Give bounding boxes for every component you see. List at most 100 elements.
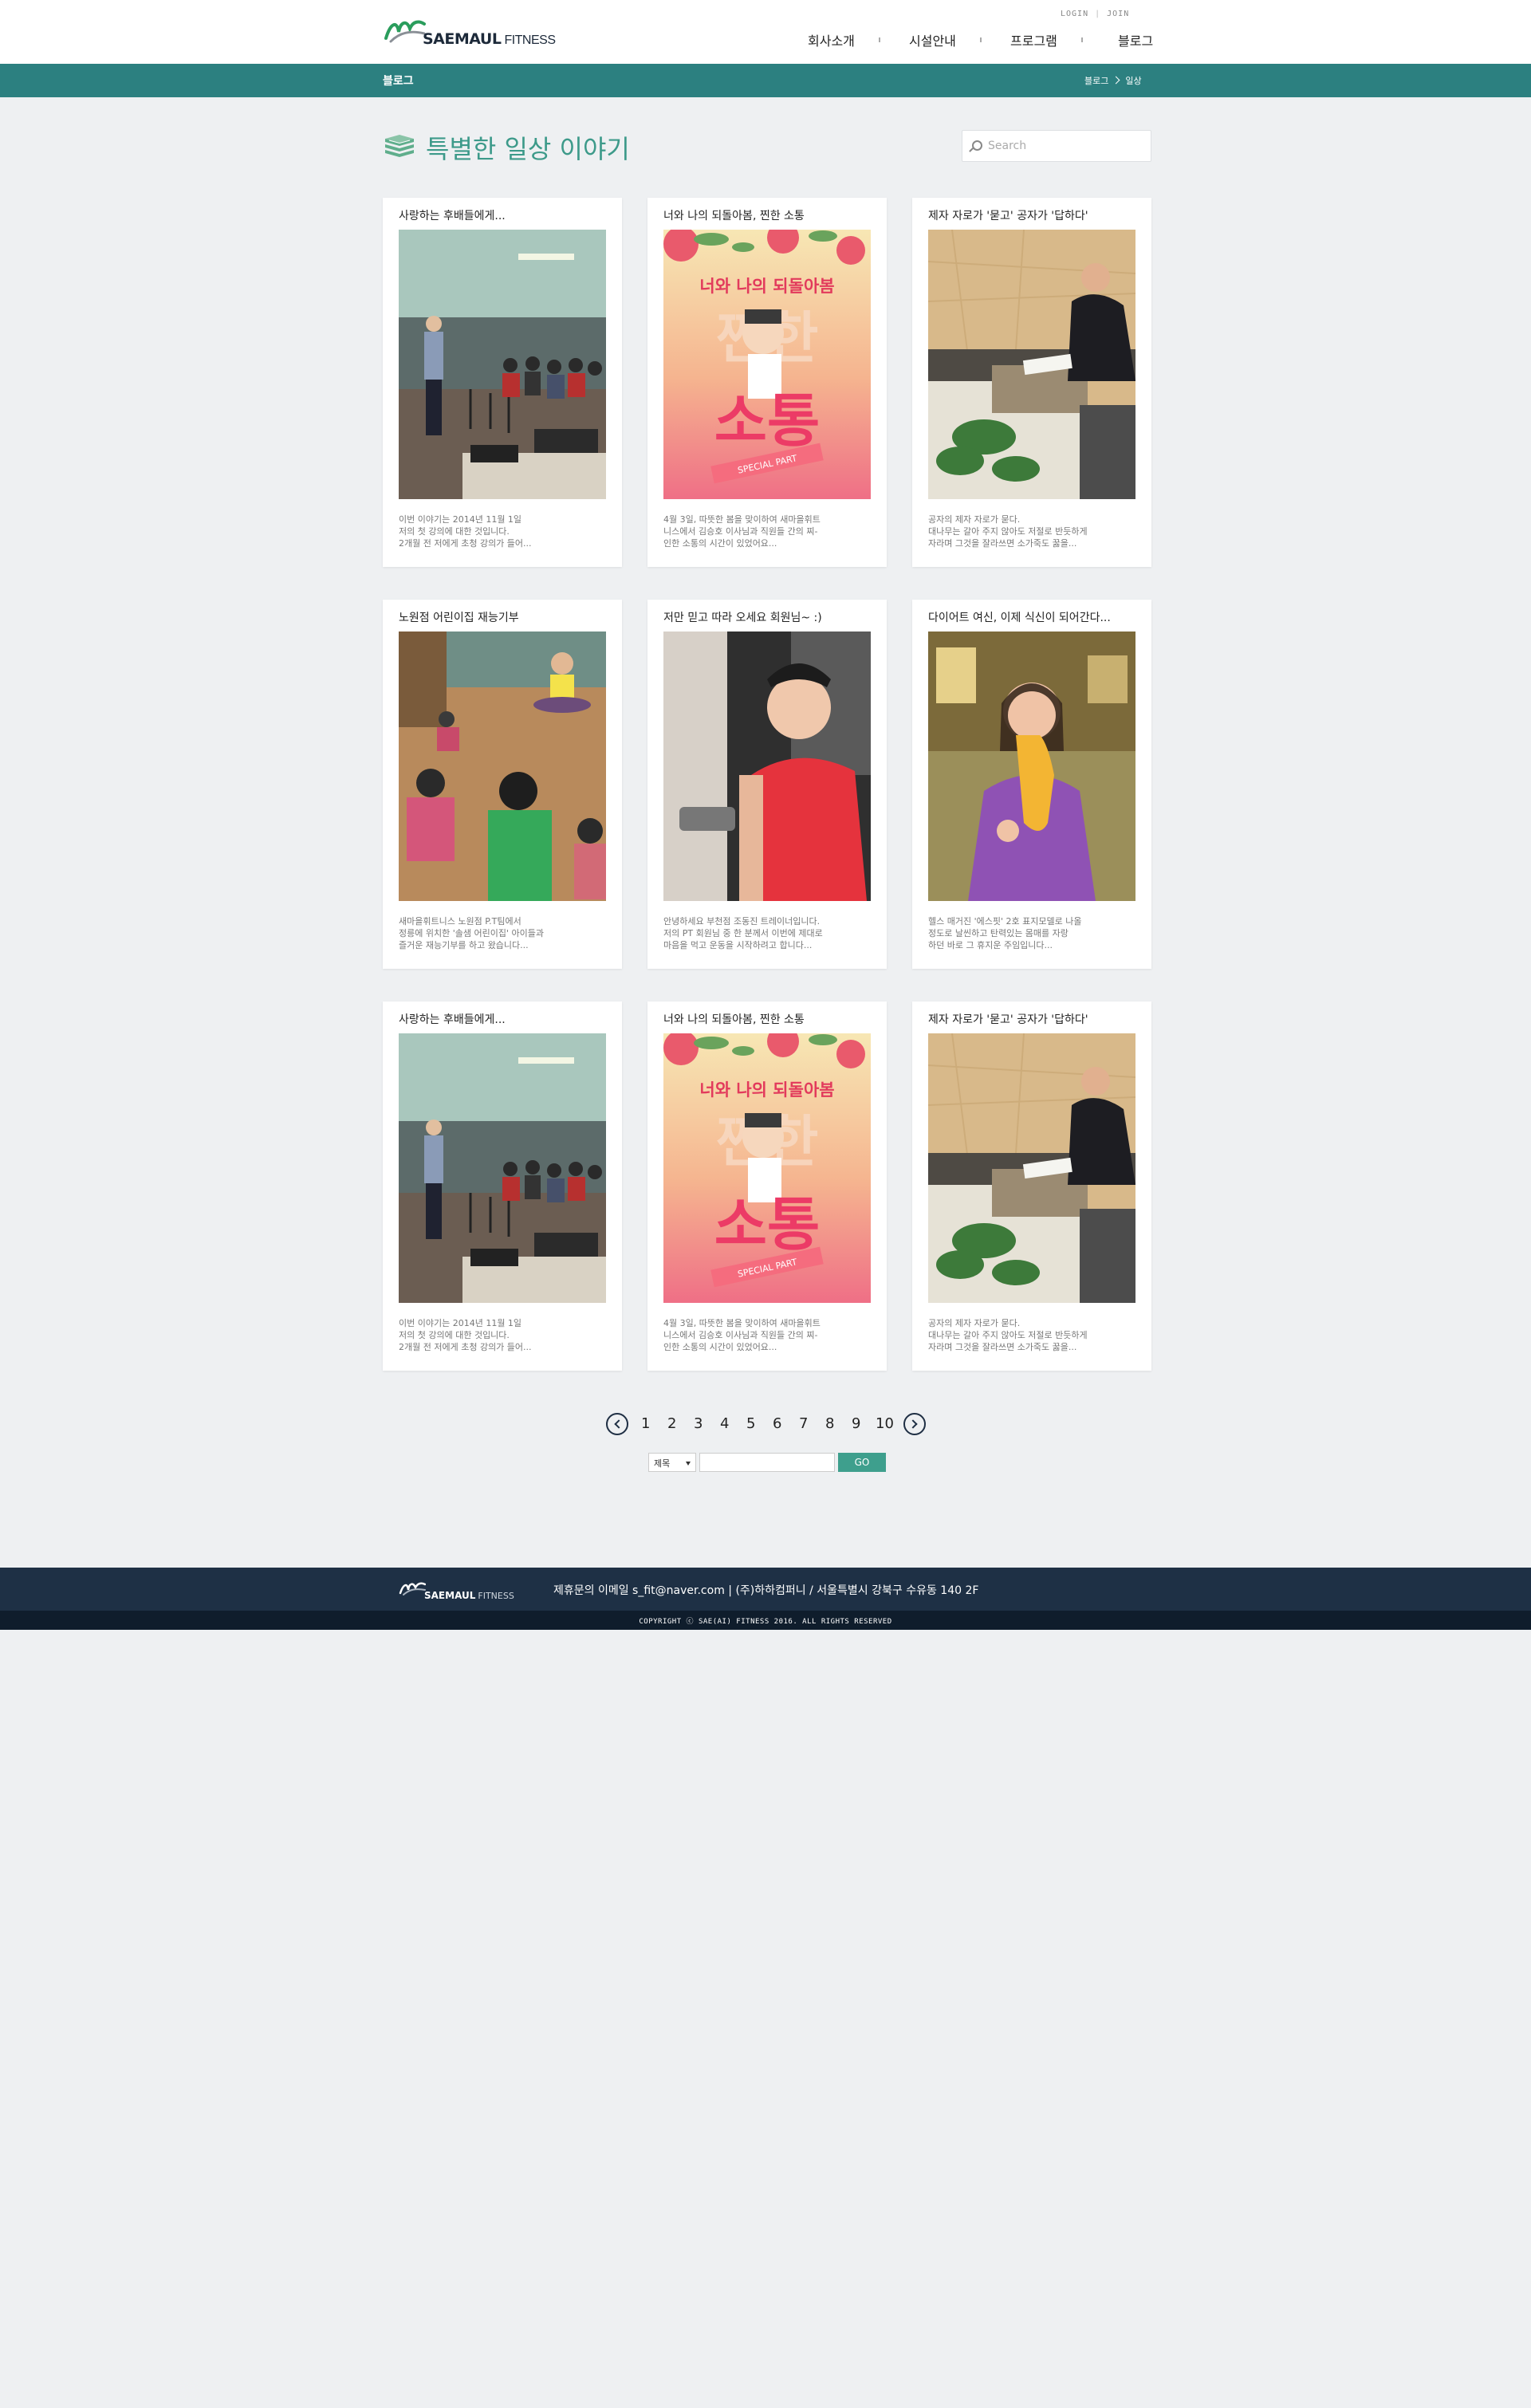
page-link[interactable]: 8 xyxy=(825,1415,834,1432)
footer-logo: SAEMAUL FITNESS xyxy=(399,1577,514,1604)
card-title[interactable]: 제자 자로가 '묻고' 공자가 '답하다' xyxy=(928,1011,1143,1027)
card-title[interactable]: 제자 자로가 '묻고' 공자가 '답하다' xyxy=(928,207,1143,223)
card-description: 새마을휘트니스 노원점 P.T팀에서 정릉에 위치한 '솔샘 어린이집' 아이들… xyxy=(399,915,608,951)
blog-card[interactable]: 제자 자로가 '묻고' 공자가 '답하다' 공자의 제자 자로가 묻다. 대나무… xyxy=(912,198,1151,567)
nav-divider xyxy=(1081,37,1083,42)
card-description: 헬스 매거진 '에스핏' 2호 표지모델로 나올 정도로 날씬하고 탄력있는 몸… xyxy=(928,915,1137,951)
blog-card[interactable]: 너와 나의 되돌아봄, 찐한 소통 너와 나의 되돌아봄 찐한 소통 SPECI… xyxy=(647,198,887,567)
section-title: 블로그 xyxy=(383,75,414,88)
card-description-line: 즐거운 재능기부를 하고 왔습니다... xyxy=(399,940,529,950)
page-link[interactable]: 9 xyxy=(852,1415,860,1432)
card-description-line: 인한 소통의 시간이 있었어요... xyxy=(663,538,777,549)
site-logo[interactable]: SAEMAUL FITNESS xyxy=(383,10,556,51)
office-photo xyxy=(928,1033,1135,1303)
search-input[interactable] xyxy=(988,137,1144,155)
blog-card[interactable]: 다이어트 여신, 이제 식신이 되어간다... 헬스 매거진 '에스핏' 2호 … xyxy=(912,600,1151,969)
books-icon xyxy=(385,135,414,157)
card-thumbnail[interactable] xyxy=(399,230,606,499)
site-footer: SAEMAUL FITNESS 제휴문의 이메일 s_fit@naver.com … xyxy=(0,1568,1531,1611)
login-link[interactable]: LOGIN xyxy=(1061,10,1088,18)
card-description-line: 인한 소통의 시간이 있었어요... xyxy=(663,1342,777,1352)
card-thumbnail[interactable] xyxy=(928,230,1135,499)
page-link[interactable]: 2 xyxy=(667,1415,676,1432)
breadcrumb-item[interactable]: 일상 xyxy=(1125,76,1141,86)
card-description-line: 니스에서 김승호 이사님과 직원들 간의 찌- xyxy=(663,1330,818,1340)
search-type-select[interactable]: 제목 xyxy=(648,1453,696,1472)
blog-card[interactable]: 저만 믿고 따라 오세요 회원님~ :) 안녕하세요 부천점 조동진 트레이너입… xyxy=(647,600,887,969)
card-description-line: 공자의 제자 자로가 묻다. xyxy=(928,514,1021,525)
breadcrumb: 블로그 일상 xyxy=(1084,74,1142,87)
nav-blog[interactable]: 블로그 xyxy=(1118,30,1153,49)
card-description-line: 2개월 전 저에게 초청 강의가 들어... xyxy=(399,1342,532,1352)
page-link[interactable]: 4 xyxy=(720,1415,729,1432)
nav-facility[interactable]: 시설안내 xyxy=(909,30,956,49)
kids-photo xyxy=(399,632,606,901)
nav-divider xyxy=(980,37,982,42)
card-description-line: 안녕하세요 부천점 조동진 트레이너입니다. xyxy=(663,916,821,927)
card-description-line: 니스에서 김승호 이사님과 직원들 간의 찌- xyxy=(663,526,818,537)
blog-card[interactable]: 사랑하는 후배들에게... 이번 이야기는 2014년 11월 1일 저의 첫 … xyxy=(383,198,622,567)
card-thumbnail[interactable] xyxy=(663,632,871,901)
page-link[interactable]: 1 xyxy=(641,1415,650,1432)
card-description-line: 공자의 제자 자로가 묻다. xyxy=(928,1318,1021,1328)
card-description-line: 헬스 매거진 '에스핏' 2호 표지모델로 나올 xyxy=(928,916,1082,927)
breadcrumb-item[interactable]: 블로그 xyxy=(1084,76,1108,86)
card-title[interactable]: 사랑하는 후배들에게... xyxy=(399,1011,614,1027)
card-title[interactable]: 사랑하는 후배들에게... xyxy=(399,207,614,223)
page-link[interactable]: 7 xyxy=(799,1415,808,1432)
card-thumbnail[interactable] xyxy=(928,632,1135,901)
prev-page-icon[interactable] xyxy=(606,1413,628,1435)
site-header: SAEMAUL FITNESS LOGIN | JOIN 회사소개 시설안내 프로그램… xyxy=(0,0,1531,64)
card-description-line: 2개월 전 저에게 초청 강의가 들어... xyxy=(399,538,532,549)
page-link[interactable]: 10 xyxy=(876,1415,894,1432)
next-page-icon[interactable] xyxy=(903,1413,926,1435)
trainer-photo xyxy=(663,632,871,901)
card-thumbnail[interactable] xyxy=(928,1033,1135,1303)
card-thumbnail[interactable] xyxy=(399,1033,606,1303)
card-title[interactable]: 노원점 어린이집 재능기부 xyxy=(399,609,614,625)
card-description: 4월 3일, 따뜻한 봄을 맞이하여 새마을휘트 니스에서 김승호 이사님과 직… xyxy=(663,1317,872,1353)
card-title[interactable]: 너와 나의 되돌아봄, 찐한 소통 xyxy=(663,1011,879,1027)
card-description-line: 정릉에 위치한 '솔샘 어린이집' 아이들과 xyxy=(399,928,544,938)
office-photo xyxy=(928,230,1135,499)
event-poster: 너와 나의 되돌아봄 찐한 소통 SPECIAL PART xyxy=(663,230,871,499)
card-description: 공자의 제자 자로가 묻다. 대나무는 갈아 주지 않아도 저절로 반듯하게 자… xyxy=(928,513,1137,549)
board-search-input[interactable] xyxy=(699,1453,835,1472)
woman-photo xyxy=(928,632,1135,901)
card-title[interactable]: 저만 믿고 따라 오세요 회원님~ :) xyxy=(663,609,879,625)
card-description-line: 마음을 먹고 운동을 시작하려고 합니다... xyxy=(663,940,813,950)
card-thumbnail[interactable]: 너와 나의 되돌아봄 찐한 소통 SPECIAL PART xyxy=(663,230,871,499)
chevron-right-icon xyxy=(1112,76,1120,85)
svg-text:소통: 소통 xyxy=(714,1191,820,1258)
blog-card[interactable]: 너와 나의 되돌아봄, 찐한 소통 너와 나의 되돌아봄 찐한 소통 SPECI… xyxy=(647,1001,887,1371)
page-link[interactable]: 5 xyxy=(746,1415,755,1432)
go-button[interactable]: GO xyxy=(838,1453,886,1472)
card-description-line: 자라며 그것을 잘라쓰면 소가죽도 꿇을... xyxy=(928,538,1077,549)
blog-card[interactable]: 제자 자로가 '묻고' 공자가 '답하다' 공자의 제자 자로가 묻다. 대나무… xyxy=(912,1001,1151,1371)
card-description-line: 4월 3일, 따뜻한 봄을 맞이하여 새마을휘트 xyxy=(663,1318,821,1328)
card-description-line: 저의 PT 회원님 중 한 분께서 이번에 제대로 xyxy=(663,928,823,938)
page-link[interactable]: 6 xyxy=(773,1415,781,1432)
page-link[interactable]: 3 xyxy=(694,1415,703,1432)
lecture-photo xyxy=(399,230,606,499)
card-thumbnail[interactable]: 너와 나의 되돌아봄 찐한 소통 SPECIAL PART xyxy=(663,1033,871,1303)
blog-card[interactable]: 사랑하는 후배들에게... 이번 이야기는 2014년 11월 1일 저의 첫 … xyxy=(383,1001,622,1371)
card-title[interactable]: 너와 나의 되돌아봄, 찐한 소통 xyxy=(663,207,879,223)
join-link[interactable]: JOIN xyxy=(1107,10,1129,18)
card-description: 4월 3일, 따뜻한 봄을 맞이하여 새마을휘트 니스에서 김승호 이사님과 직… xyxy=(663,513,872,549)
footer-logo-text: SAEMAUL FITNESS xyxy=(424,1590,514,1601)
page-title: 특별한 일상 이야기 xyxy=(426,134,630,164)
section-bar: 블로그 블로그 일상 xyxy=(0,64,1531,97)
svg-text:너와 나의 되돌아봄: 너와 나의 되돌아봄 xyxy=(699,277,834,296)
blog-card[interactable]: 노원점 어린이집 재능기부 새마을휘트니스 노원점 P.T팀에서 정릉에 위치한… xyxy=(383,600,622,969)
card-description-line: 대나무는 갈아 주지 않아도 저절로 반듯하게 xyxy=(928,1330,1088,1340)
footer-info: 제휴문의 이메일 s_fit@naver.com | (주)하하컴퍼니 / 서울… xyxy=(553,1584,979,1597)
card-thumbnail[interactable] xyxy=(399,632,606,901)
nav-program[interactable]: 프로그램 xyxy=(1010,30,1057,49)
card-description-line: 저의 첫 강의에 대한 것입니다. xyxy=(399,526,510,537)
search-icon[interactable] xyxy=(972,140,982,151)
card-description-line: 대나무는 갈아 주지 않아도 저절로 반듯하게 xyxy=(928,526,1088,537)
card-title[interactable]: 다이어트 여신, 이제 식신이 되어간다... xyxy=(928,609,1143,625)
nav-company[interactable]: 회사소개 xyxy=(808,30,855,49)
card-description-line: 새마을휘트니스 노원점 P.T팀에서 xyxy=(399,916,521,927)
